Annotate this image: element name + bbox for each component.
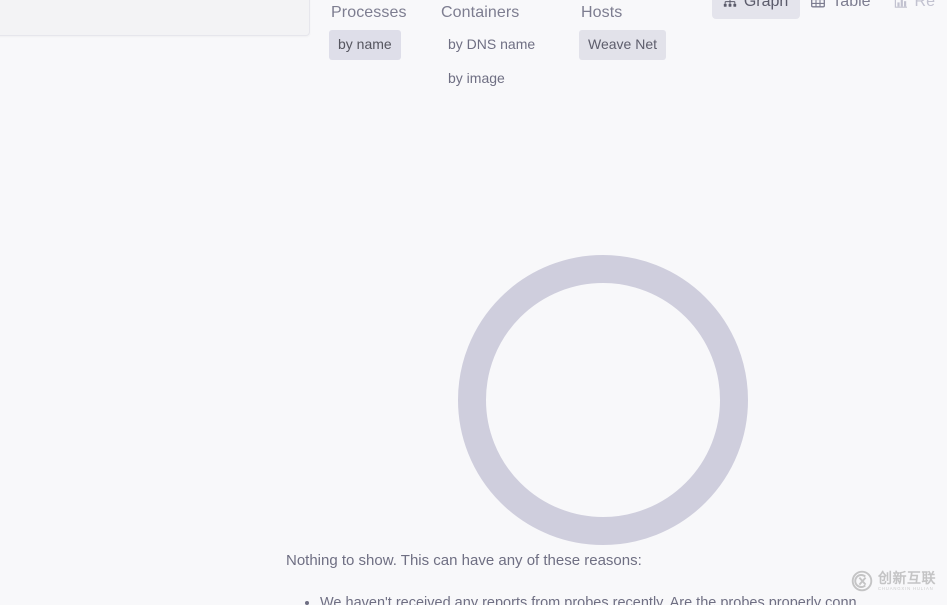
topology-column-title-processes[interactable]: Processes: [329, 0, 409, 26]
topology-column-containers: Containers by DNS name by image: [439, 0, 579, 94]
view-mode-label-table: Table: [832, 0, 871, 10]
bar-chart-icon: [894, 0, 908, 9]
view-mode-button-resources[interactable]: Re: [883, 0, 947, 19]
topology-item-containers-by-dns-name[interactable]: by DNS name: [439, 30, 544, 60]
watermark-subtitle: CHUANGXIN HULIAN: [878, 585, 934, 591]
details-panel[interactable]: [0, 0, 310, 36]
view-mode-label-resources: Re: [914, 0, 935, 10]
view-mode-button-graph[interactable]: Graph: [711, 0, 801, 19]
watermark-logo-icon: [851, 570, 873, 592]
topology-column-title-containers[interactable]: Containers: [439, 0, 521, 26]
topology-column-title-hosts[interactable]: Hosts: [579, 0, 624, 26]
topology-column-processes: Processes by name: [329, 0, 439, 60]
loading-ring: [458, 255, 748, 545]
view-mode-label-graph: Graph: [743, 0, 789, 10]
watermark: 创新互联 CHUANGXIN HULIAN: [851, 570, 936, 592]
empty-state: Nothing to show. This can have any of th…: [286, 550, 886, 605]
empty-state-reason-item: We haven't received any reports from pro…: [320, 593, 886, 605]
empty-state-heading: Nothing to show. This can have any of th…: [286, 552, 642, 569]
topology-item-containers-by-image[interactable]: by image: [439, 64, 514, 94]
topology-column-hosts: Hosts Weave Net: [579, 0, 699, 60]
empty-state-reason-list: We haven't received any reports from pro…: [320, 593, 886, 605]
view-mode-selector: Graph Table Re: [711, 0, 947, 19]
topology-item-processes-by-name[interactable]: by name: [329, 30, 401, 60]
view-mode-button-table[interactable]: Table: [800, 0, 882, 19]
sitemap-icon: [723, 0, 737, 9]
watermark-name: 创新互联: [878, 569, 936, 586]
watermark-text: 创新互联 CHUANGXIN HULIAN: [878, 569, 936, 592]
table-grid-icon: [811, 0, 826, 9]
topology-item-hosts-weave-net[interactable]: Weave Net: [579, 30, 666, 60]
topology-selector: Processes by name Containers by DNS name…: [329, 0, 699, 94]
